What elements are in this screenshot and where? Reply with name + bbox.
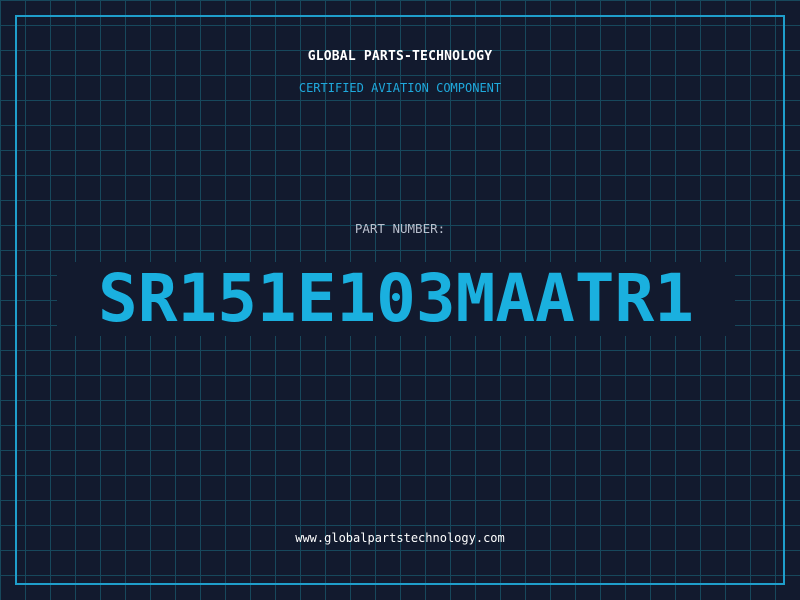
- part-number-value: SR151E103MAATR1: [97, 260, 695, 337]
- website-url: www.globalpartstechnology.com: [295, 531, 505, 545]
- label-card: GLOBAL PARTS-TECHNOLOGY CERTIFIED AVIATI…: [0, 0, 800, 600]
- certification-tagline: CERTIFIED AVIATION COMPONENT: [298, 81, 502, 95]
- company-name: GLOBAL PARTS-TECHNOLOGY: [307, 49, 493, 64]
- part-number-label: PART NUMBER:: [354, 221, 446, 236]
